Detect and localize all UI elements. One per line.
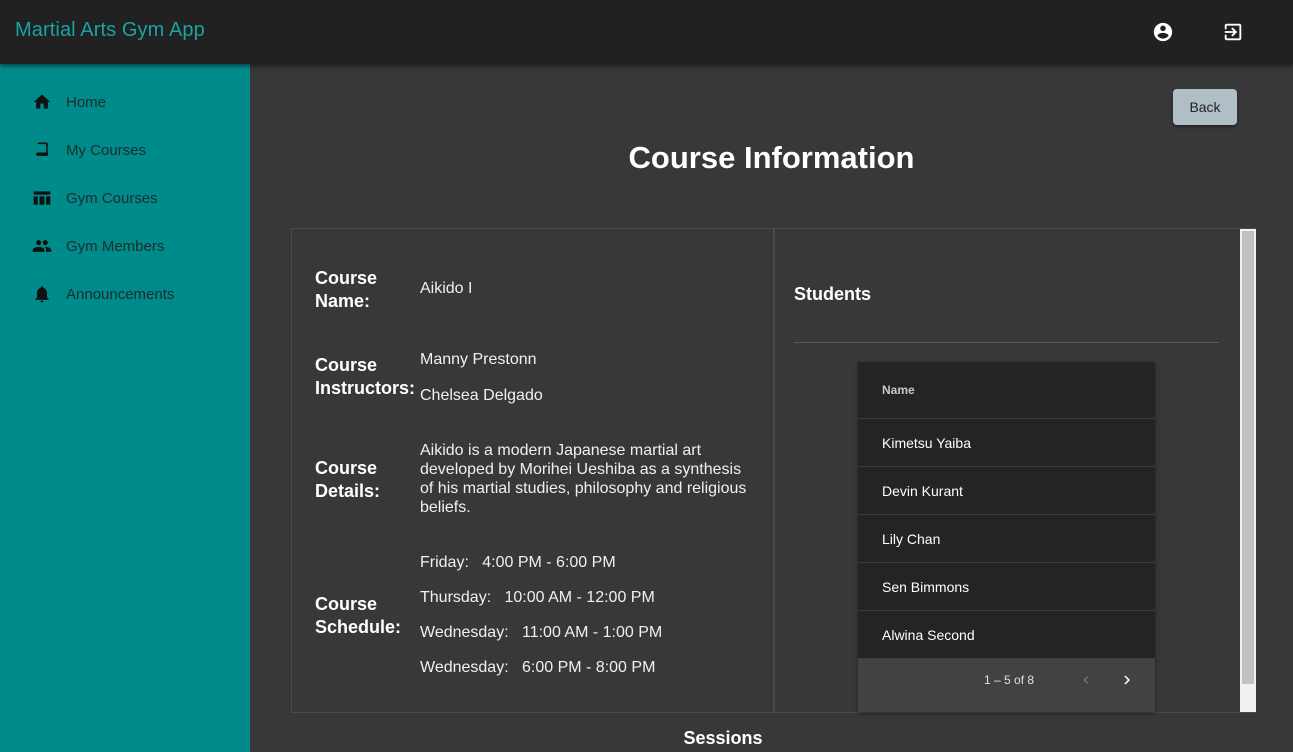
schedule-time: 6:00 PM - 8:00 PM (522, 659, 656, 676)
column-header-name[interactable]: Name (882, 383, 915, 397)
previous-page-button[interactable] (1076, 670, 1096, 690)
table-row[interactable]: Alwina Second (858, 611, 1155, 659)
sessions-title: Sessions (683, 728, 763, 748)
sidebar-item-my-courses[interactable]: My Courses (0, 130, 250, 170)
sidebar-item-label: Announcements (66, 285, 175, 303)
schedule-entry: Thursday: 10:00 AM - 12:00 PM (420, 589, 655, 607)
chevron-right-icon (1124, 675, 1130, 685)
course-info-card: Course Name: Aikido I Course Instructors… (291, 228, 1256, 713)
sidebar-item-label: My Courses (66, 141, 147, 159)
schedule-time: 10:00 AM - 12:00 PM (504, 589, 655, 606)
table-row[interactable]: Kimetsu Yaiba (858, 419, 1155, 467)
schedule-day: Thursday: (420, 589, 492, 606)
student-name: Kimetsu Yaiba (882, 435, 971, 451)
instructor-name: Manny Prestonn (420, 351, 537, 368)
people-icon (30, 234, 54, 258)
schedule-day: Friday: (420, 554, 469, 571)
students-panel: Students Name Kimetsu Yaiba Devin Kurant… (775, 229, 1240, 712)
schedule-time: 4:00 PM - 6:00 PM (482, 554, 616, 571)
next-page-button[interactable] (1117, 670, 1137, 690)
main-content: Back Course Information Course Name: Aik… (250, 64, 1293, 752)
sidebar-item-announcements[interactable]: Announcements (0, 274, 250, 314)
schedule-day: Wednesday: (420, 659, 509, 676)
chevron-left-icon (1083, 676, 1089, 684)
students-table: Name Kimetsu Yaiba Devin Kurant Lily Cha… (858, 362, 1155, 712)
table-header: Name (858, 362, 1155, 419)
table-icon (30, 186, 54, 210)
course-name-label: Course Name: (315, 268, 378, 311)
students-title: Students (794, 284, 872, 304)
sidebar-item-label: Gym Members (66, 237, 165, 255)
student-name: Alwina Second (882, 627, 975, 643)
sidebar: Home My Courses Gym Courses Gym Members … (0, 64, 250, 752)
app-title: Martial Arts Gym App (15, 19, 205, 41)
scrollbar-thumb[interactable] (1242, 231, 1254, 684)
table-row[interactable]: Devin Kurant (858, 467, 1155, 515)
course-details-text: Aikido is a modern Japanese martial art … (420, 442, 747, 516)
student-name: Devin Kurant (882, 483, 963, 499)
scrollbar[interactable] (1240, 229, 1256, 712)
sidebar-item-gym-courses[interactable]: Gym Courses (0, 178, 250, 218)
sidebar-item-label: Home (66, 93, 107, 111)
table-row[interactable]: Lily Chan (858, 515, 1155, 563)
divider (794, 342, 1219, 343)
sidebar-item-label: Gym Courses (66, 189, 158, 207)
schedule-time: 11:00 AM - 1:00 PM (522, 624, 663, 641)
course-name-value: Aikido I (420, 280, 473, 297)
schedule-day: Wednesday: (420, 624, 509, 641)
book-icon (30, 138, 54, 162)
back-button[interactable]: Back (1173, 89, 1237, 125)
course-schedule-label: Course Schedule: (315, 594, 402, 637)
sidebar-item-home[interactable]: Home (0, 82, 250, 122)
logout-icon[interactable] (1221, 20, 1245, 44)
student-name: Sen Bimmons (882, 579, 970, 595)
instructor-name: Chelsea Delgado (420, 387, 543, 404)
student-name: Lily Chan (882, 531, 941, 547)
schedule-entry: Wednesday: 6:00 PM - 8:00 PM (420, 659, 655, 677)
course-details-label: Course Details: (315, 458, 381, 501)
page-title: Course Information (628, 140, 915, 175)
sidebar-item-gym-members[interactable]: Gym Members (0, 226, 250, 266)
account-circle-icon[interactable] (1151, 20, 1175, 44)
paginator: 1 – 5 of 8 (858, 659, 1155, 712)
bell-icon (30, 282, 54, 306)
table-row[interactable]: Sen Bimmons (858, 563, 1155, 611)
page-range-label: 1 – 5 of 8 (984, 673, 1035, 687)
course-instructors-label: Course Instructors: (315, 355, 416, 398)
course-details-panel: Course Name: Aikido I Course Instructors… (292, 229, 775, 712)
app-toolbar: Martial Arts Gym App (0, 0, 1293, 64)
schedule-entry: Wednesday: 11:00 AM - 1:00 PM (420, 624, 662, 642)
schedule-entry: Friday: 4:00 PM - 6:00 PM (420, 554, 616, 572)
home-icon (30, 90, 54, 114)
